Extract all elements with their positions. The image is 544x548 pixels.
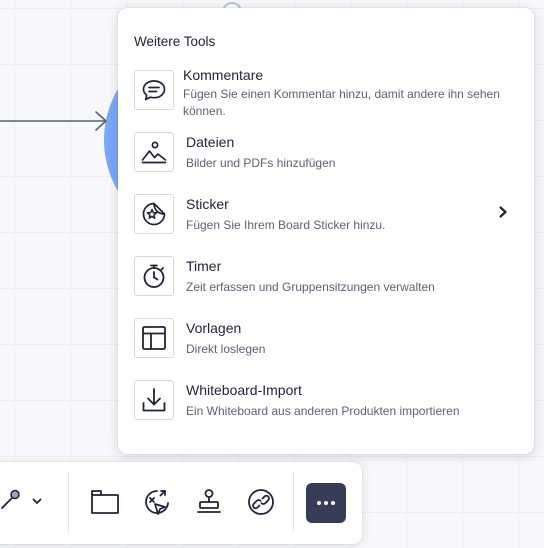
menu-item-timer[interactable]: Timer Zeit erfassen und Gruppensitzungen… [118, 256, 534, 314]
more-icon [317, 501, 335, 505]
menu-item-title: Whiteboard-Import [186, 382, 302, 398]
menu-item-stickers[interactable]: Sticker Fügen Sie Ihrem Board Sticker hi… [118, 194, 534, 252]
frame-icon[interactable] [85, 482, 125, 522]
download-icon [134, 380, 174, 420]
toolbar-divider [293, 472, 294, 532]
template-icon [134, 318, 174, 358]
timer-icon [134, 256, 174, 296]
bottom-toolbar [0, 462, 362, 544]
menu-item-description: Fügen Sie einen Kommentar hinzu, damit a… [183, 87, 500, 118]
comment-icon [134, 70, 174, 110]
toolbar-divider [68, 472, 69, 532]
menu-item-comments[interactable]: Kommentare Fügen Sie einen Kommentar hin… [118, 67, 534, 128]
menu-item-description: Fügen Sie Ihrem Board Sticker hinzu. [186, 218, 386, 232]
menu-item-description: Bilder und PDFs hinzufügen [186, 156, 336, 170]
more-tools-button[interactable] [306, 483, 346, 523]
pen-icon[interactable] [0, 480, 28, 520]
menu-item-files[interactable]: Dateien Bilder und PDFs hinzufügen [118, 132, 534, 190]
chevron-right-icon [499, 206, 507, 218]
chevron-down-icon[interactable] [26, 488, 48, 514]
sticker-icon [134, 194, 174, 234]
menu-item-templates[interactable]: Vorlagen Direkt loslegen [118, 318, 534, 376]
menu-item-whiteboard-import[interactable]: Whiteboard-Import Ein Whiteboard aus and… [118, 380, 534, 438]
reactions-icon[interactable] [137, 482, 177, 522]
menu-item-title: Timer [186, 258, 222, 274]
link-icon[interactable] [241, 482, 281, 522]
menu-item-title: Vorlagen [186, 320, 242, 336]
menu-title: Weitere Tools [134, 34, 216, 49]
connector-arrow[interactable] [0, 108, 112, 136]
menu-item-title: Sticker [186, 196, 229, 212]
menu-item-description: Zeit erfassen und Gruppensitzungen verwa… [186, 280, 435, 294]
menu-item-description: Direkt loslegen [186, 342, 266, 356]
more-tools-menu: Weitere Tools Kommentare Fügen Sie einen… [118, 8, 534, 454]
stamp-icon[interactable] [189, 482, 229, 522]
menu-item-description: Ein Whiteboard aus anderen Produkten imp… [186, 404, 460, 418]
menu-item-title: Dateien [186, 134, 235, 150]
image-icon [134, 132, 174, 172]
menu-item-title: Kommentare [183, 67, 264, 83]
